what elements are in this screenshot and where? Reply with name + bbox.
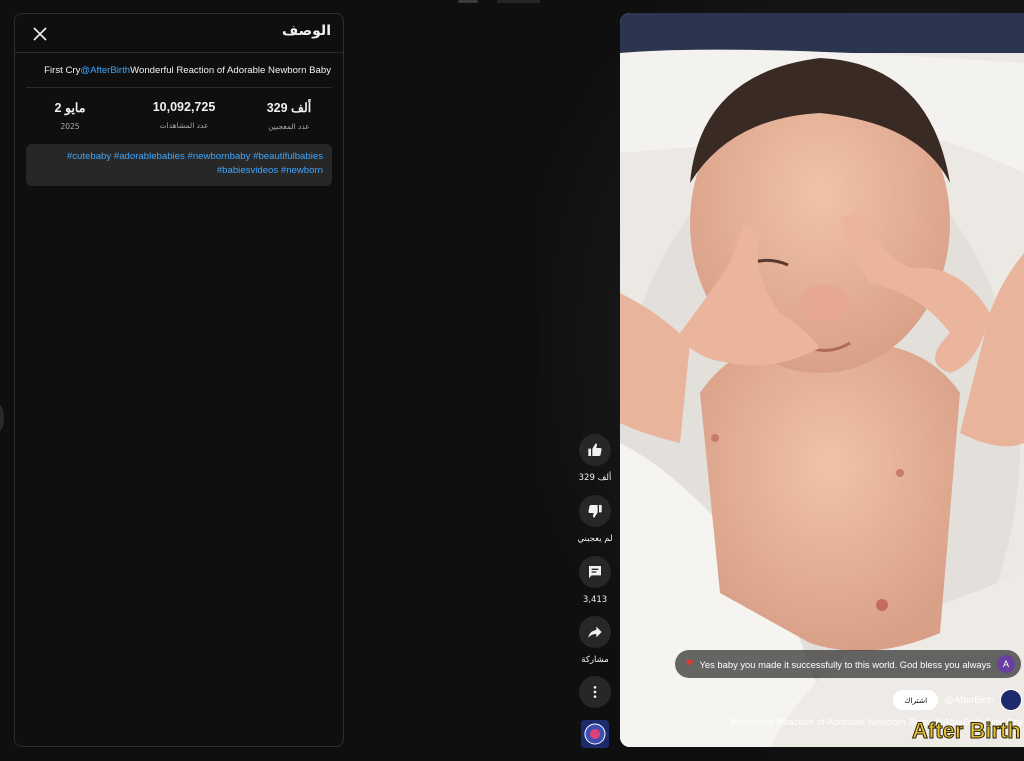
video-watermark: After Birth bbox=[912, 718, 1022, 744]
hashtag-link[interactable]: #adorablebabies bbox=[114, 151, 185, 162]
comment-count: 3,413 bbox=[582, 595, 608, 605]
date-year: 2025 bbox=[60, 122, 80, 131]
channel-thumbnail[interactable] bbox=[581, 720, 609, 748]
views-value: 10,092,725 bbox=[152, 100, 216, 114]
channel-logo-icon bbox=[581, 720, 609, 748]
comments-action: 3,413 bbox=[577, 556, 613, 605]
like-button[interactable] bbox=[579, 434, 611, 466]
comment-preview[interactable]: ♥ Yes baby you made it successfully to t… bbox=[675, 650, 1021, 678]
panel-header: الوصف bbox=[15, 14, 343, 53]
comment-avatar: A bbox=[997, 655, 1015, 673]
stats-row: 329 ألف عدد المعجبين 10,092,725 عدد المش… bbox=[26, 100, 332, 134]
views-label: عدد المشاهدات bbox=[159, 121, 209, 130]
video-frame-image bbox=[620, 13, 1024, 747]
dislike-label: لم يعجبني bbox=[577, 534, 613, 544]
top-fragment bbox=[458, 0, 478, 3]
close-icon[interactable] bbox=[31, 25, 49, 43]
divider bbox=[26, 87, 332, 88]
video-title: First Cry@AfterBirthWonderful Reaction o… bbox=[44, 65, 331, 76]
dislike-action: لم يعجبني bbox=[577, 495, 613, 544]
heart-icon: ♥ bbox=[685, 659, 694, 669]
likes-value: 329 ألف bbox=[266, 101, 312, 115]
thumbs-up-icon bbox=[588, 443, 602, 456]
hashtag-link[interactable]: #newborn bbox=[281, 165, 323, 176]
like-count: 329 ألف bbox=[578, 473, 612, 483]
subscribe-button[interactable]: اشتراك bbox=[893, 690, 939, 710]
video-title-rest: Wonderful Reaction of Adorable Newborn B… bbox=[130, 65, 331, 76]
views-stat: 10,092,725 عدد المشاهدات bbox=[139, 100, 229, 130]
likes-label: عدد المعجبين bbox=[268, 122, 310, 131]
scroll-edge-button[interactable] bbox=[0, 404, 4, 432]
share-action: مشاركة bbox=[577, 616, 613, 665]
panel-title: الوصف bbox=[281, 23, 331, 39]
video-player[interactable] bbox=[620, 13, 1024, 747]
more-vert-icon bbox=[593, 686, 597, 698]
like-action: 329 ألف bbox=[577, 434, 613, 483]
dislike-button[interactable] bbox=[579, 495, 611, 527]
comment-icon bbox=[589, 566, 601, 578]
comment-text: Yes baby you made it successfully to thi… bbox=[699, 658, 991, 670]
channel-row: اشتراك @AfterBirth bbox=[893, 688, 1022, 712]
channel-handle-link[interactable]: @AfterBirth bbox=[80, 65, 130, 76]
hashtags-box: #cutebaby #adorablebabies #newbornbaby #… bbox=[26, 144, 332, 186]
likes-stat: 329 ألف عدد المعجبين bbox=[244, 100, 334, 131]
video-title-prefix: First Cry bbox=[44, 65, 81, 76]
more-options-button[interactable] bbox=[579, 676, 611, 708]
hashtag-link[interactable]: #beautifulbabies bbox=[253, 151, 323, 162]
thumbs-down-icon bbox=[588, 505, 602, 518]
hashtag-link[interactable]: #babiesvideos bbox=[217, 165, 278, 176]
more-action bbox=[577, 676, 613, 708]
date-stat: 2 مايو 2025 bbox=[25, 100, 115, 131]
share-label: مشاركة bbox=[581, 655, 609, 665]
share-button[interactable] bbox=[579, 616, 611, 648]
description-panel: الوصف First Cry@AfterBirthWonderful Reac… bbox=[14, 13, 344, 747]
channel-avatar[interactable] bbox=[1000, 689, 1022, 711]
hashtag-link[interactable]: #newbornbaby bbox=[187, 151, 250, 162]
hashtag-link[interactable]: #cutebaby bbox=[67, 151, 111, 162]
channel-handle[interactable]: @AfterBirth bbox=[944, 695, 994, 706]
comments-button[interactable] bbox=[579, 556, 611, 588]
date-value: 2 مايو bbox=[54, 101, 86, 115]
share-icon bbox=[588, 626, 602, 638]
